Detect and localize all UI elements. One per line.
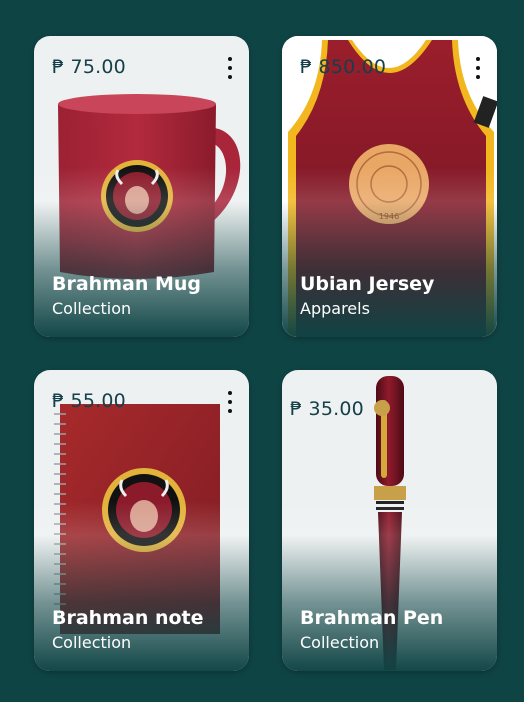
more-vertical-icon[interactable] xyxy=(227,57,233,79)
product-category: Collection xyxy=(300,633,380,652)
product-price: ₱ 35.00 xyxy=(290,398,364,420)
product-category: Collection xyxy=(52,299,132,318)
product-card-jersey[interactable]: 1946 ₱ 850.00 Ubian Jersey Apparels xyxy=(282,36,497,337)
product-price: ₱ 75.00 xyxy=(52,56,126,78)
more-vertical-icon[interactable] xyxy=(475,57,481,79)
product-card-mug[interactable]: ₱ 75.00 Brahman Mug Collection xyxy=(34,36,249,337)
product-title: Brahman Pen xyxy=(300,607,444,629)
product-grid: ₱ 75.00 Brahman Mug Collection ₱ 850.00 … xyxy=(0,0,524,702)
more-vertical-icon[interactable] xyxy=(227,391,233,413)
product-category: Apparels xyxy=(300,299,370,318)
product-card-notebook[interactable]: ₱ 55.00 Brahman note Collection xyxy=(34,370,249,671)
product-price: ₱ 850.00 xyxy=(300,56,387,78)
product-category: Collection xyxy=(52,633,132,652)
product-card-pen[interactable]: ₱ 35.00 Brahman Pen Collection xyxy=(282,370,497,671)
product-title: Ubian Jersey xyxy=(300,273,435,295)
product-title: Brahman Mug xyxy=(52,273,201,295)
product-price: ₱ 55.00 xyxy=(52,390,126,412)
product-title: Brahman note xyxy=(52,607,204,629)
